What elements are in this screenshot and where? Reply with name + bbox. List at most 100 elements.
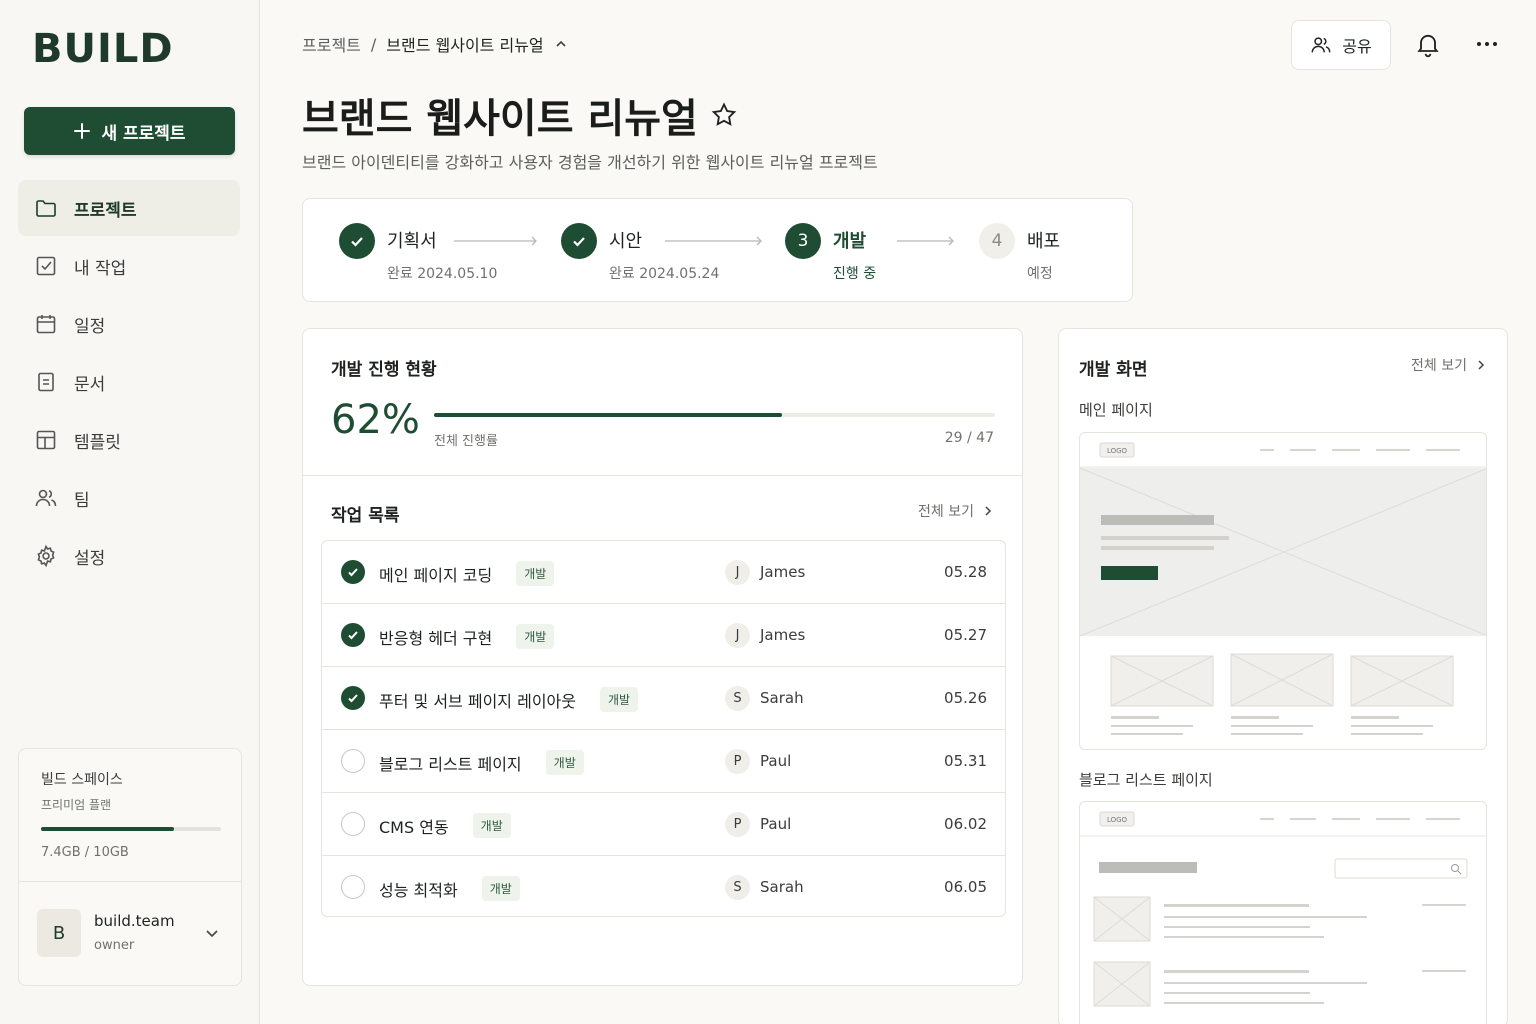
- table-row[interactable]: 메인 페이지 코딩 개발 J James 05.28: [322, 541, 1005, 604]
- step-status: 예정: [1027, 266, 1053, 282]
- sidebar-item-label: 설정: [74, 548, 106, 569]
- workspace-name: 빌드 스페이스: [41, 772, 123, 788]
- step-label: 개발: [833, 231, 867, 252]
- step-number-circle: 3: [785, 223, 821, 259]
- progress-count: 29 / 47: [944, 430, 994, 446]
- progress-bar: [434, 413, 995, 417]
- plus-icon: [74, 123, 91, 139]
- avatar: P: [725, 749, 750, 774]
- task-checkbox[interactable]: [341, 749, 365, 773]
- wireframe-blog: LOGO: [1080, 811, 1486, 1007]
- blog-page-thumbnail[interactable]: LOGO: [1079, 801, 1487, 1024]
- wireframe-main: LOGO: [1080, 442, 1486, 735]
- table-row[interactable]: 푸터 및 서브 페이지 레이아웃 개발 S Sarah 05.26: [322, 667, 1005, 730]
- sidebar-item-documents[interactable]: 문서: [18, 354, 240, 410]
- sidebar-item-label: 일정: [74, 316, 106, 337]
- team-avatar: B: [37, 909, 81, 957]
- task-title-group: 성능 최적화 개발: [379, 876, 520, 901]
- task-date: 05.31: [944, 752, 987, 770]
- sidebar-item-my-tasks[interactable]: 내 작업: [18, 238, 240, 294]
- breadcrumb-current[interactable]: 브랜드 웹사이트 리뉴얼: [386, 32, 543, 56]
- table-row[interactable]: 성능 최적화 개발 S Sarah 06.05: [322, 856, 1005, 916]
- task-tag: 개발: [481, 876, 520, 901]
- arrow-right-icon: [454, 236, 537, 246]
- breadcrumb-root[interactable]: 프로젝트: [302, 32, 361, 56]
- check-icon: [573, 237, 585, 247]
- task-checkbox[interactable]: [341, 686, 365, 710]
- progress-percent: 62%: [331, 397, 420, 443]
- avatar: P: [725, 812, 750, 837]
- breadcrumb-separator: /: [370, 34, 377, 54]
- check-icon: [351, 237, 363, 247]
- dev-screens-card: 개발 화면 전체 보기 메인 페이지 LOGO 블로그 리스트 페이지 LOGO: [1058, 328, 1508, 1024]
- more-icon[interactable]: [1472, 32, 1502, 56]
- sidebar-item-templates[interactable]: 템플릿: [18, 412, 240, 468]
- progress-label: 전체 진행률: [434, 434, 498, 449]
- sidebar-item-schedule[interactable]: 일정: [18, 296, 240, 352]
- sidebar-item-team[interactable]: 팀: [18, 470, 240, 526]
- project-stepper: 기획서 완료 2024.05.10 시안 완료 2024.05.24 3 개발 …: [302, 198, 1133, 302]
- table-row[interactable]: 반응형 헤더 구현 개발 J James 05.27: [322, 604, 1005, 667]
- task-checkbox[interactable]: [341, 623, 365, 647]
- brand-logo[interactable]: BUILD: [32, 26, 174, 72]
- task-list-title: 작업 목록: [331, 506, 400, 526]
- sidebar-item-label: 팀: [74, 490, 90, 511]
- project-description: 브랜드 아이덴티티를 강화하고 사용자 경험을 개선하기 위한 웹사이트 리뉴얼…: [302, 153, 878, 172]
- step-status: 완료 2024.05.24: [609, 266, 720, 282]
- star-icon[interactable]: [710, 101, 738, 129]
- check-icon: [348, 694, 358, 703]
- step-label: 시안: [609, 231, 643, 252]
- task-title-group: 블로그 리스트 페이지 개발: [379, 750, 584, 775]
- sidebar-item-settings[interactable]: 설정: [18, 528, 240, 584]
- chevron-right-icon: [985, 506, 992, 516]
- task-title-group: 반응형 헤더 구현 개발: [379, 624, 555, 649]
- users-icon: [1311, 37, 1331, 53]
- share-button[interactable]: 공유: [1291, 20, 1391, 70]
- checkbox-icon: [36, 256, 56, 276]
- project-title: 브랜드 웹사이트 리뉴얼: [302, 96, 698, 142]
- avatar: S: [725, 686, 750, 711]
- sidebar-item-label: 내 작업: [74, 258, 127, 279]
- team-name: build.team: [94, 912, 175, 930]
- page-title: 브랜드 웹사이트 리뉴얼: [302, 86, 738, 144]
- bell-icon[interactable]: [1414, 30, 1442, 58]
- chevron-right-icon: [1478, 360, 1485, 370]
- new-project-button[interactable]: 새 프로젝트: [24, 107, 235, 155]
- task-title: 반응형 헤더 구현: [379, 628, 493, 648]
- task-date: 05.27: [944, 626, 987, 644]
- task-title: 메인 페이지 코딩: [379, 565, 493, 585]
- avatar: J: [725, 560, 750, 585]
- sidebar-item-label: 템플릿: [74, 432, 121, 453]
- check-icon: [348, 568, 358, 577]
- calendar-icon: [36, 315, 56, 334]
- step-done-circle: [339, 223, 375, 259]
- chevron-down-icon[interactable]: [203, 924, 221, 942]
- chevron-up-icon[interactable]: [554, 37, 568, 51]
- task-checkbox[interactable]: [341, 560, 365, 584]
- task-tag: 개발: [599, 687, 639, 712]
- sidebar-item-projects[interactable]: 프로젝트: [18, 180, 240, 236]
- task-checkbox[interactable]: [341, 812, 365, 836]
- task-tag: 개발: [472, 813, 511, 838]
- progress-bar-fill: [434, 413, 782, 417]
- task-checkbox[interactable]: [341, 875, 365, 899]
- gear-icon: [37, 544, 55, 568]
- task-view-all-link[interactable]: 전체 보기: [918, 501, 994, 521]
- team-icon: [35, 489, 57, 507]
- main-page-thumbnail[interactable]: LOGO: [1079, 432, 1487, 750]
- view-all-label: 전체 보기: [1411, 358, 1467, 374]
- view-all-label: 전체 보기: [918, 504, 974, 520]
- step-number-circle: 4: [979, 223, 1015, 259]
- screens-view-all-link[interactable]: 전체 보기: [1411, 355, 1487, 375]
- assignee-name: Sarah: [760, 878, 804, 896]
- storage-usage: 7.4GB / 10GB: [41, 845, 129, 860]
- task-title: CMS 연동: [379, 817, 449, 837]
- table-row[interactable]: CMS 연동 개발 P Paul 06.02: [322, 793, 1005, 856]
- step-status: 완료 2024.05.10: [387, 266, 498, 282]
- task-tag: 개발: [545, 750, 584, 775]
- task-title: 푸터 및 서브 페이지 레이아웃: [379, 691, 576, 711]
- table-row[interactable]: 블로그 리스트 페이지 개발 P Paul 05.31: [322, 730, 1005, 793]
- screen-label-main: 메인 페이지: [1079, 401, 1153, 419]
- screens-title: 개발 화면: [1079, 360, 1148, 380]
- new-project-label: 새 프로젝트: [101, 123, 186, 144]
